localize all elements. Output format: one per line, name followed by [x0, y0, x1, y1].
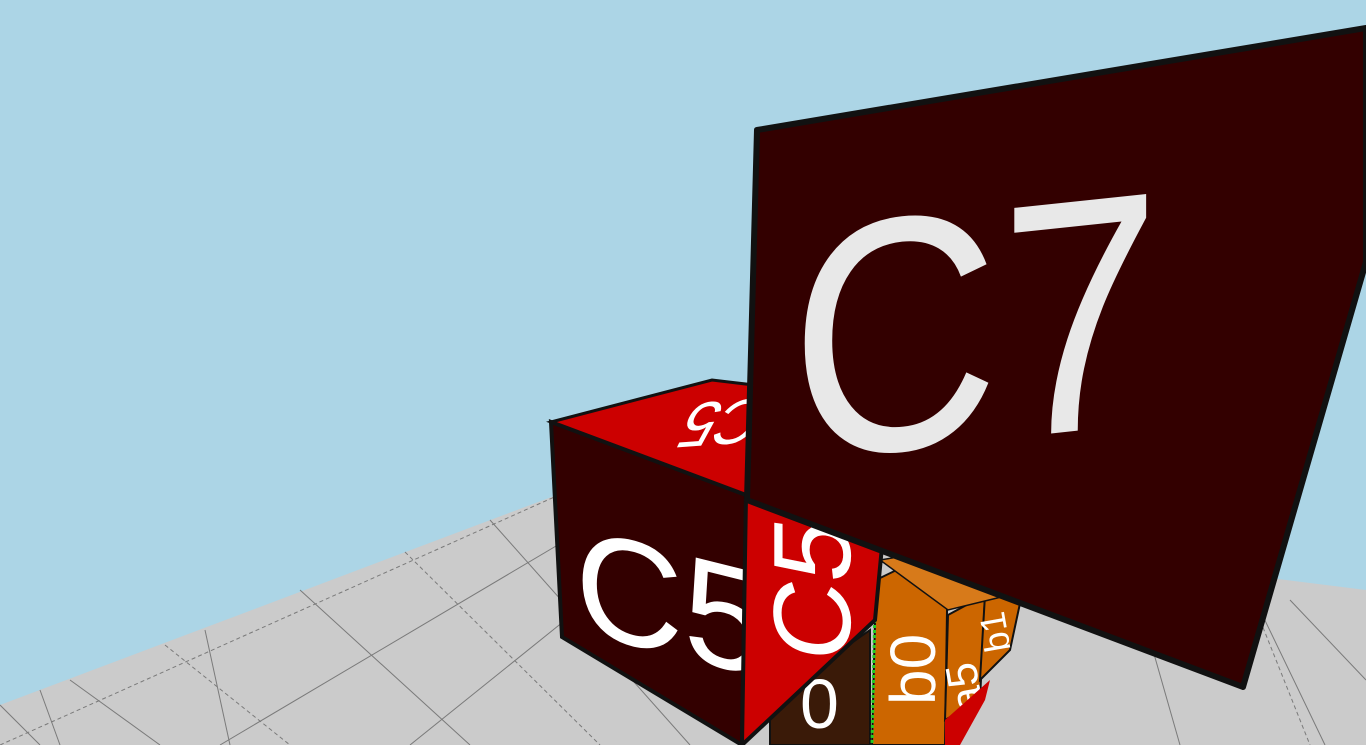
b1-block-label: b1	[971, 609, 1018, 656]
game-viewport[interactable]: 0 b0 a5 b1 C5 C5 C5 C7	[0, 0, 1366, 745]
c7-panel-label: C7	[790, 121, 1161, 533]
